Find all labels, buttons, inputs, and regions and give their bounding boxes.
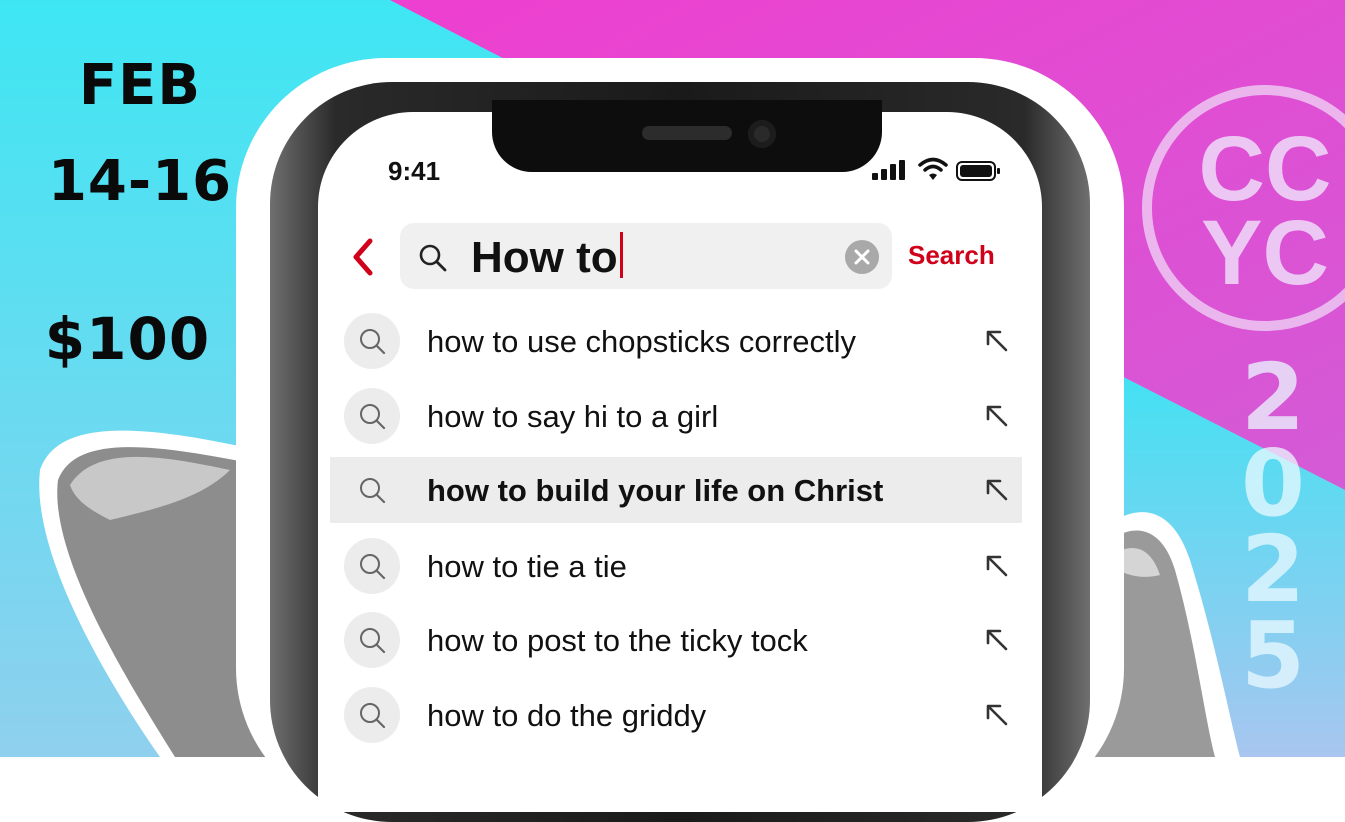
text-caret <box>619 232 623 278</box>
search-icon <box>344 538 400 594</box>
search-icon <box>344 612 400 668</box>
event-date: FEB 14-16 <box>40 38 240 230</box>
back-icon[interactable] <box>350 237 376 282</box>
signal-icon <box>872 160 912 185</box>
year-digit: 2 <box>1240 516 1305 623</box>
suggestion-item[interactable]: how to post to the ticky tock <box>330 607 1022 673</box>
suggestion-item[interactable]: how to say hi to a girl <box>330 383 1022 449</box>
front-camera <box>748 120 776 148</box>
suggestion-text: how to say hi to a girl <box>427 399 719 434</box>
year-digit: 0 <box>1240 430 1305 537</box>
search-icon <box>344 388 400 444</box>
event-days: 14-16 <box>47 149 233 214</box>
clear-icon[interactable] <box>845 240 879 274</box>
arrow-up-left-icon[interactable] <box>984 477 1010 508</box>
battery-icon <box>956 161 1002 186</box>
search-icon <box>344 687 400 743</box>
arrow-up-left-icon[interactable] <box>984 328 1010 359</box>
arrow-up-left-icon[interactable] <box>984 553 1010 584</box>
year-digit: 2 <box>1240 344 1305 451</box>
suggestion-text: how to post to the ticky tock <box>427 623 808 658</box>
search-icon <box>344 462 400 518</box>
suggestion-item[interactable]: how to tie a tie <box>330 533 1022 599</box>
arrow-up-left-icon[interactable] <box>984 403 1010 434</box>
suggestion-text: how to use chopsticks correctly <box>427 324 857 359</box>
suggestion-item[interactable]: how to use chopsticks correctly <box>330 308 1022 374</box>
wifi-icon <box>918 156 948 187</box>
status-time: 9:41 <box>388 156 441 186</box>
year-digit: 5 <box>1240 602 1305 709</box>
year-vertical: 2 0 2 5 <box>1228 344 1318 709</box>
speaker-grille <box>642 126 732 140</box>
event-month: FEB <box>78 53 202 118</box>
arrow-up-left-icon[interactable] <box>984 627 1010 658</box>
suggestion-text: how to build your life on Christ <box>427 473 884 508</box>
arrow-up-left-icon[interactable] <box>984 702 1010 733</box>
suggestion-item-highlighted[interactable]: how to build your life on Christ <box>330 457 1022 523</box>
suggestion-item[interactable]: how to do the griddy <box>330 682 1022 748</box>
search-query-text: How to <box>471 233 618 282</box>
suggestion-text: how to do the griddy <box>427 698 707 733</box>
ccyc-logo: CC YC <box>1140 78 1345 338</box>
search-icon <box>344 313 400 369</box>
logo-line2: YC <box>1201 202 1329 304</box>
search-button[interactable]: Search <box>908 240 995 271</box>
event-price: $100 <box>44 305 211 373</box>
suggestion-text: how to tie a tie <box>427 549 627 584</box>
search-icon <box>418 243 448 278</box>
search-query[interactable]: How to <box>471 228 623 288</box>
